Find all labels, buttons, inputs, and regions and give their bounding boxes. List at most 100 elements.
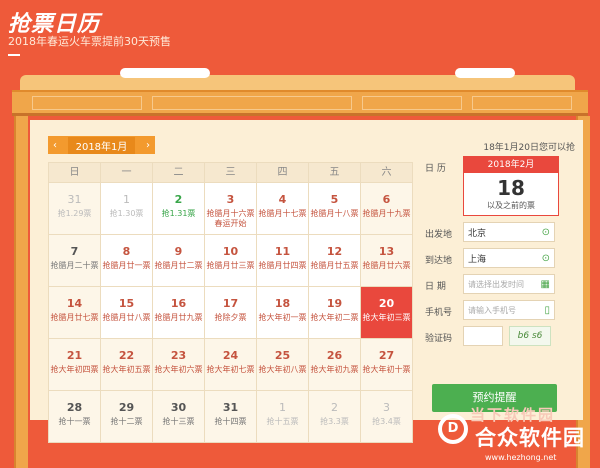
phone-placeholder: 请输入手机号 <box>468 305 516 315</box>
watermark-url: www.hezhong.net <box>485 453 557 462</box>
day-note: 抢1.31票 <box>161 209 196 218</box>
day-number: 20 <box>378 297 395 310</box>
next-month-button[interactable]: › <box>146 140 150 151</box>
calendar-day-cell[interactable]: 15 抢腊月廿八票 <box>101 287 153 339</box>
day-note: 抢腊月十八票 <box>310 209 359 218</box>
day-note: 抢大年初四票 <box>50 365 99 374</box>
captcha-image[interactable]: b6 s6 <box>509 326 551 346</box>
to-row: 到达地 上海 ⊙ <box>425 248 575 268</box>
shelter-post-left <box>14 116 28 468</box>
watermark-logo: D <box>438 414 468 444</box>
calendar-day-cell[interactable]: 2 抢1.31票 <box>153 183 205 235</box>
weekday-0: 日 <box>49 163 101 183</box>
calendar-day-cell[interactable]: 25 抢大年初八票 <box>257 339 309 391</box>
phone-label: 手机号 <box>425 308 453 318</box>
calendar-day-cell[interactable]: 10 抢腊月廿三票 <box>205 235 257 287</box>
calendar-day-cell[interactable]: 7 抢腊月二十票 <box>49 235 101 287</box>
calendar-day-cell[interactable]: 28 抢十一票 <box>49 391 101 443</box>
day-number: 8 <box>122 245 131 258</box>
day-note: 抢十一票 <box>58 417 91 426</box>
month-label: 2018年1月 <box>67 136 136 154</box>
day-number: 25 <box>274 349 291 362</box>
snow-right <box>455 68 515 78</box>
day-note: 抢1.29票 <box>57 209 92 218</box>
weekday-5: 五 <box>309 163 361 183</box>
day-note: 抢腊月廿七票 <box>50 313 99 322</box>
day-number: 6 <box>382 193 391 206</box>
day-number: 28 <box>66 401 83 414</box>
calendar-day-cell[interactable]: 31 抢1.29票 <box>49 183 101 235</box>
calendar-day-cell[interactable]: 3 抢腊月十六票 春运开始 <box>205 183 257 235</box>
calendar-day-cell[interactable]: 11 抢腊月廿四票 <box>257 235 309 287</box>
day-note: 抢十三票 <box>162 417 195 426</box>
calendar-day-cell[interactable]: 14 抢腊月廿七票 <box>49 287 101 339</box>
calendar-day-cell[interactable]: 22 抢大年初五票 <box>101 339 153 391</box>
to-input[interactable]: 上海 ⊙ <box>463 248 555 268</box>
day-number: 31 <box>222 401 239 414</box>
calendar-day-cell[interactable]: 6 抢腊月十九票 <box>361 183 413 235</box>
day-number: 1 <box>279 401 286 414</box>
calendar-day-cell[interactable]: 18 抢大年初一票 <box>257 287 309 339</box>
watermark-line2: 合众软件园 <box>475 426 585 450</box>
calendar-day-cell[interactable]: 13 抢腊月廿六票 <box>361 235 413 287</box>
phone-icon: ▯ <box>544 304 550 316</box>
day-note: 抢腊月二十票 <box>50 261 99 270</box>
calendar-day-cell[interactable]: 31 抢十四票 <box>205 391 257 443</box>
calendar-day-cell[interactable]: 16 抢腊月廿九票 <box>153 287 205 339</box>
date-display[interactable]: 2018年2月 18 以及之前的票 <box>463 156 559 216</box>
day-label: 日 期 <box>425 282 446 292</box>
calendar-day-cell[interactable]: 23 抢大年初六票 <box>153 339 205 391</box>
date-note: 以及之前的票 <box>487 201 535 210</box>
day-note: 抢大年初七票 <box>206 365 255 374</box>
day-number: 7 <box>70 245 79 258</box>
booking-form: 18年1月20日您可以抢 日 历 2018年2月 18 以及之前的票 出发地 北… <box>425 140 575 352</box>
day-number: 10 <box>222 245 239 258</box>
calendar-day-cell[interactable]: 24 抢大年初七票 <box>205 339 257 391</box>
title-dash <box>8 54 20 56</box>
calendar-day-cell[interactable]: 3 抢3.4票 <box>361 391 413 443</box>
day-number: 31 <box>67 193 82 206</box>
day-number: 29 <box>118 401 135 414</box>
weekday-1: 一 <box>101 163 153 183</box>
calendar-day-cell[interactable]: 21 抢大年初四票 <box>49 339 101 391</box>
phone-input[interactable]: 请输入手机号 ▯ <box>463 300 555 320</box>
calendar-day-cell[interactable]: 12 抢腊月廿五票 <box>309 235 361 287</box>
calendar-day-cell[interactable]: 2 抢3.3票 <box>309 391 361 443</box>
day-note: 抢腊月廿九票 <box>154 313 203 322</box>
day-number: 3 <box>383 401 390 414</box>
day-note: 抢腊月廿二票 <box>154 261 203 270</box>
captcha-input[interactable] <box>463 326 503 346</box>
calendar-day-cell[interactable]: 1 抢十五票 <box>257 391 309 443</box>
calendar-day-cell[interactable]: 8 抢腊月廿一票 <box>101 235 153 287</box>
day-note: 抢腊月廿三票 <box>206 261 255 270</box>
date-label: 日 历 <box>425 164 446 174</box>
calendar-day-cell[interactable]: 26 抢大年初九票 <box>309 339 361 391</box>
weekday-4: 四 <box>257 163 309 183</box>
day-number: 13 <box>378 245 395 258</box>
calendar-day-cell[interactable]: 1 抢1.30票 <box>101 183 153 235</box>
calendar-day-cell[interactable]: 30 抢十三票 <box>153 391 205 443</box>
from-label: 出发地 <box>425 230 453 240</box>
calendar-day-cell[interactable]: 19 抢大年初二票 <box>309 287 361 339</box>
calendar-grid: 日一二三四五六 31 抢1.29票 1 抢1.30票 2 抢1.31票 3 抢腊月十六票 春运… <box>48 162 413 443</box>
day-note: 抢大年初九票 <box>310 365 359 374</box>
day-note: 抢腊月廿四票 <box>258 261 307 270</box>
code-row: 验证码 b6 s6 <box>425 326 575 346</box>
calendar-day-cell[interactable]: 4 抢腊月十七票 <box>257 183 309 235</box>
from-value: 北京 <box>468 228 487 239</box>
prev-month-button[interactable]: ‹ <box>53 140 57 151</box>
day-number: 27 <box>378 349 395 362</box>
day-note: 抢腊月十七票 <box>258 209 307 218</box>
calendar-day-cell[interactable]: 27 抢大年初十票 <box>361 339 413 391</box>
departure-date-input[interactable]: 请选择出发时间 ▦ <box>463 274 555 294</box>
calendar-day-cell[interactable]: 20 抢大年初三票 <box>361 287 413 339</box>
calendar-day-cell[interactable]: 17 抢除夕票 <box>205 287 257 339</box>
calendar-day-cell[interactable]: 9 抢腊月廿二票 <box>153 235 205 287</box>
calendar-day-cell[interactable]: 29 抢十二票 <box>101 391 153 443</box>
shelter-beam <box>12 90 588 116</box>
day-note: 抢大年初六票 <box>154 365 203 374</box>
weekday-2: 二 <box>153 163 205 183</box>
location-pin-icon: ⊙ <box>541 226 550 238</box>
from-input[interactable]: 北京 ⊙ <box>463 222 555 242</box>
calendar-day-cell[interactable]: 5 抢腊月十八票 <box>309 183 361 235</box>
